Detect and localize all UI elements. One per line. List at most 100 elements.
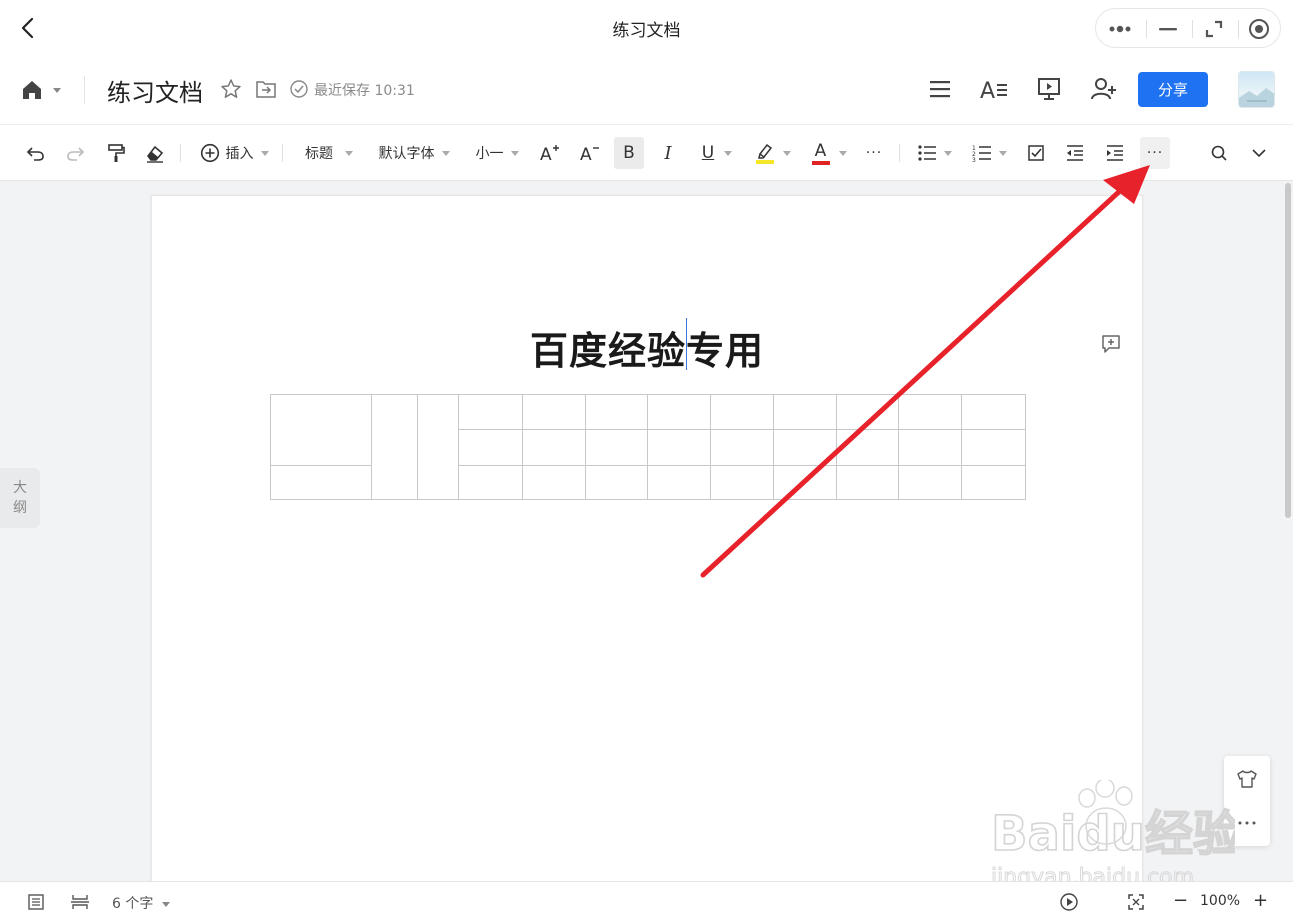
table-cell[interactable] — [522, 465, 586, 500]
decrease-font-size-icon[interactable]: A — [576, 137, 604, 169]
highlighter-icon — [755, 143, 774, 164]
table-cell[interactable] — [585, 394, 648, 430]
task-list-checkbox-icon[interactable] — [1022, 137, 1050, 169]
minimize-icon[interactable] — [1145, 9, 1191, 49]
table-cell[interactable] — [585, 429, 648, 466]
formatting-toolbar: 插入 标题 默认字体 小一 A A B I U A ··· 1 2 3 ··· — [0, 124, 1293, 181]
italic-button[interactable]: I — [654, 137, 682, 169]
table-cell[interactable] — [836, 465, 899, 500]
numbered-list-dropdown[interactable]: 123 — [968, 137, 1010, 169]
avatar[interactable] — [1238, 71, 1275, 108]
font-size-dropdown[interactable]: 小一 — [472, 137, 522, 169]
table-cell[interactable] — [458, 394, 523, 430]
decrease-indent-icon[interactable] — [1061, 137, 1089, 169]
document-outline-icon[interactable] — [25, 891, 47, 913]
more-format-options-button[interactable]: ··· — [860, 137, 888, 169]
document-page[interactable]: 百度经验专用 — [151, 195, 1143, 881]
svg-text:A: A — [540, 145, 552, 163]
highlight-color-dropdown[interactable] — [750, 137, 794, 169]
redo-icon[interactable] — [61, 137, 89, 169]
toolbar-overflow-more-button[interactable]: ··· — [1140, 137, 1170, 169]
table-cell[interactable] — [270, 465, 372, 500]
search-icon[interactable] — [1205, 137, 1233, 169]
word-count-label: 6 个字 — [112, 896, 154, 912]
insert-label: 插入 — [225, 146, 254, 162]
table-cell[interactable] — [710, 429, 774, 466]
chevron-down-icon[interactable] — [1245, 137, 1273, 169]
table-cell[interactable] — [522, 394, 586, 430]
scrollbar-thumb[interactable] — [1285, 183, 1291, 518]
bold-button[interactable]: B — [614, 137, 644, 169]
add-comment-icon[interactable] — [1101, 334, 1121, 354]
table-cell[interactable] — [458, 465, 523, 500]
table-cell[interactable] — [710, 465, 774, 500]
more-dots-icon[interactable] — [1098, 9, 1144, 49]
font-family-dropdown[interactable]: 默认字体 — [374, 137, 454, 169]
fullscreen-icon[interactable] — [1125, 891, 1147, 913]
outline-panel-toggle[interactable]: 大纲 — [0, 468, 40, 528]
word-count[interactable]: 6 个字 — [112, 893, 170, 913]
table-cell[interactable] — [773, 394, 837, 430]
table-cell[interactable] — [458, 429, 523, 466]
increase-font-size-icon[interactable]: A — [536, 137, 564, 169]
heading-style-dropdown[interactable]: 标题 — [302, 137, 356, 169]
svg-text:A: A — [980, 79, 995, 101]
table-cell[interactable] — [898, 394, 962, 430]
document-title[interactable]: 练习文档 — [107, 73, 203, 108]
table-cell[interactable] — [522, 429, 586, 466]
bullet-list-dropdown[interactable] — [913, 137, 955, 169]
page-layout-icon[interactable] — [69, 891, 91, 913]
table-cell[interactable] — [371, 394, 418, 500]
heading-style-label: 标题 — [305, 146, 333, 162]
table-cell[interactable] — [710, 394, 774, 430]
floating-tool-panel — [1224, 756, 1270, 846]
table-cell[interactable] — [836, 429, 899, 466]
close-circle-icon[interactable] — [1236, 9, 1282, 49]
zoom-in-button[interactable]: + — [1253, 890, 1268, 911]
plus-circle-icon — [200, 143, 219, 163]
table-cell[interactable] — [647, 465, 711, 500]
font-color-dropdown[interactable]: A — [806, 137, 850, 169]
numbered-list-icon: 123 — [972, 145, 991, 162]
move-to-folder-icon[interactable] — [253, 76, 279, 102]
play-presentation-icon[interactable] — [1058, 891, 1080, 913]
format-painter-icon[interactable] — [102, 137, 130, 169]
star-icon[interactable] — [218, 76, 244, 102]
table-cell[interactable] — [647, 394, 711, 430]
table-cell[interactable] — [898, 465, 962, 500]
underline-label: U — [701, 143, 715, 163]
clear-format-eraser-icon[interactable] — [141, 137, 169, 169]
increase-indent-icon[interactable] — [1101, 137, 1129, 169]
add-collaborator-icon[interactable] — [1087, 72, 1121, 106]
insert-dropdown[interactable]: 插入 — [197, 137, 271, 169]
zoom-out-button[interactable]: − — [1173, 890, 1188, 911]
table-cell[interactable] — [961, 429, 1026, 466]
presentation-icon[interactable] — [1032, 72, 1066, 106]
document-heading[interactable]: 百度经验专用 — [152, 320, 1142, 375]
more-options-icon[interactable] — [1224, 801, 1270, 845]
theme-shirt-icon[interactable] — [1224, 757, 1270, 801]
table-cell[interactable] — [898, 429, 962, 466]
undo-icon[interactable] — [22, 137, 50, 169]
underline-dropdown[interactable]: U — [694, 137, 740, 169]
table-cell[interactable] — [417, 394, 459, 500]
restore-window-icon[interactable] — [1191, 9, 1237, 49]
font-color-icon: A — [810, 141, 832, 165]
saved-check-icon — [286, 76, 312, 102]
table-cell[interactable] — [961, 465, 1026, 500]
table-cell[interactable] — [836, 394, 899, 430]
home-menu-button[interactable] — [20, 76, 64, 104]
text-format-icon[interactable]: A — [977, 72, 1011, 106]
table-cell[interactable] — [961, 394, 1026, 430]
table-cell[interactable] — [647, 429, 711, 466]
share-button[interactable]: 分享 — [1138, 72, 1208, 107]
table-cell[interactable] — [773, 429, 837, 466]
vertical-scrollbar[interactable] — [1284, 181, 1293, 880]
status-bar: 6 个字 − 100% + — [0, 881, 1293, 920]
zoom-level[interactable]: 100% — [1200, 893, 1240, 909]
table-cell[interactable] — [773, 465, 837, 500]
table-cell[interactable] — [585, 465, 648, 500]
menu-list-icon[interactable] — [923, 72, 957, 106]
document-canvas: 百度经验专用 — [0, 181, 1293, 881]
table-cell[interactable] — [270, 394, 372, 466]
